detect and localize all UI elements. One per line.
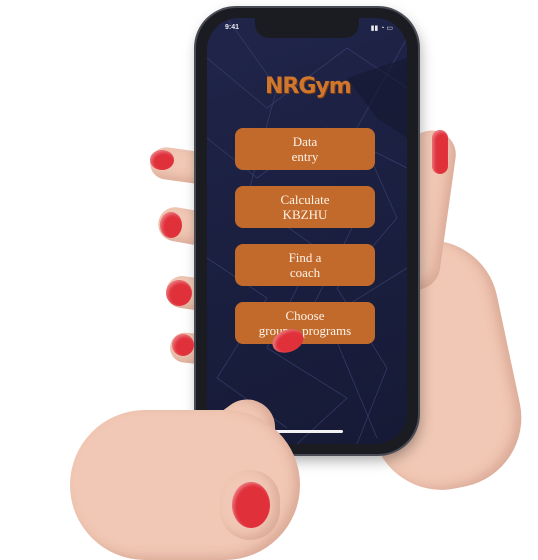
fingernail xyxy=(172,334,194,356)
app-logo: NRGym xyxy=(265,74,352,99)
button-label-line2: entry xyxy=(291,149,319,164)
find-coach-button[interactable]: Find a coach xyxy=(235,244,375,286)
app-screen: 9:41 ▮▮ ◔ ▭ NRGym Data entry Calculate K… xyxy=(207,18,407,444)
fingernail xyxy=(160,212,182,238)
button-label-line1: Data xyxy=(292,134,318,149)
home-indicator xyxy=(271,430,343,433)
calculate-kbzhu-button[interactable]: Calculate KBZHU xyxy=(235,186,375,228)
fingernail xyxy=(232,482,270,528)
button-label-line2: coach xyxy=(289,265,321,280)
button-label-line1: Choose xyxy=(285,308,325,323)
choose-group-programs-button[interactable]: Choose group programs xyxy=(235,302,375,344)
fingernail xyxy=(166,280,192,306)
phone-notch xyxy=(255,18,359,38)
button-label-line1: Calculate xyxy=(280,192,330,207)
button-label-line1: Find a xyxy=(288,250,322,265)
data-entry-button[interactable]: Data entry xyxy=(235,128,375,170)
status-time: 9:41 xyxy=(225,24,240,31)
fingernail xyxy=(432,130,448,174)
button-label-line2: group programs xyxy=(258,323,352,338)
scene: 9:41 ▮▮ ◔ ▭ NRGym Data entry Calculate K… xyxy=(0,0,538,560)
status-signal-battery-icon: ▮▮ ◔ ▭ xyxy=(370,25,393,32)
button-label-line2: KBZHU xyxy=(282,207,328,222)
fingernail xyxy=(150,150,174,170)
